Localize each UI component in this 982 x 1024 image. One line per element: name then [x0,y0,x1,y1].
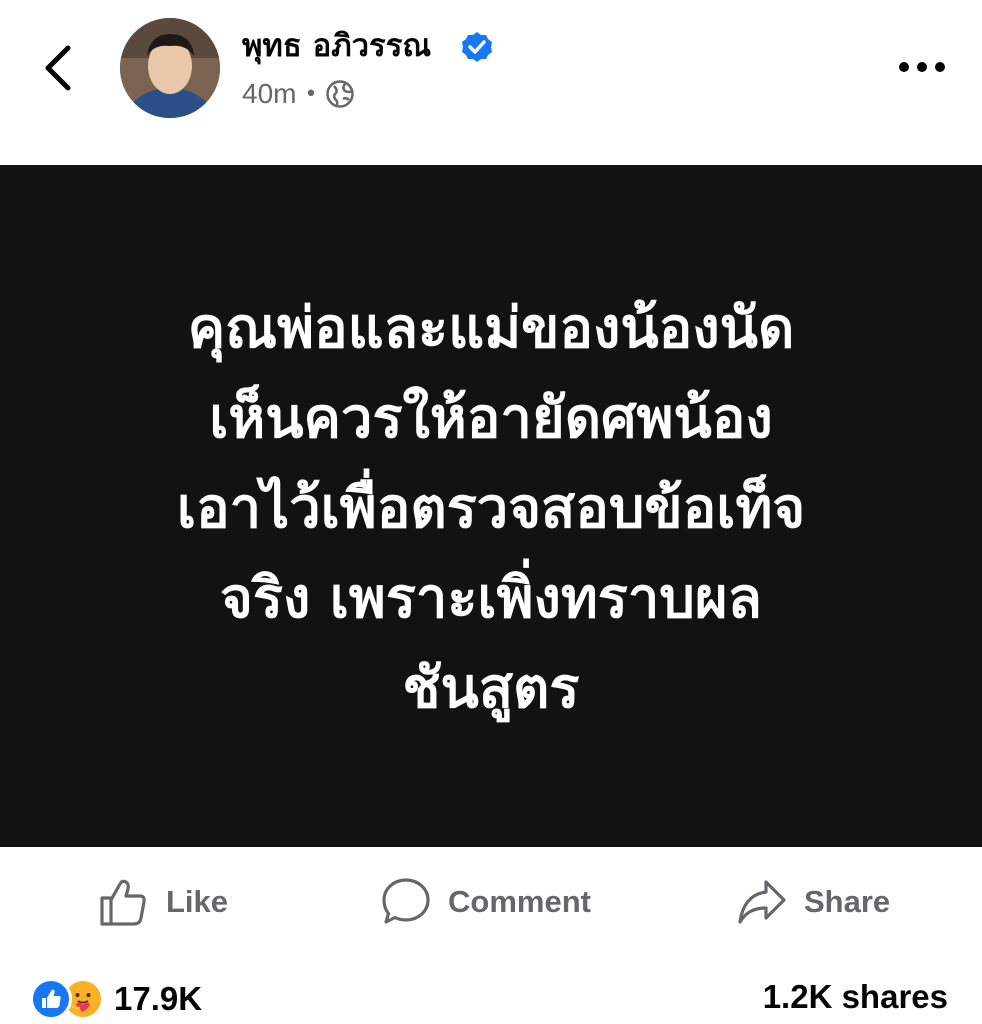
meta-separator: • [304,81,318,107]
author-name[interactable]: พุทธ อภิวรรณ [242,26,431,66]
avatar[interactable] [120,18,220,118]
comment-bubble-icon [382,878,430,924]
chevron-left-icon [45,45,71,91]
globe-icon [326,80,355,108]
post-image[interactable]: คุณพ่อและแม่ของน้องนัด เห็นควรให้อายัดศพ… [0,165,982,847]
verified-badge-icon [462,32,492,62]
post-text-line: จริง เพราะเพิ่งทราบผล [220,566,762,631]
share-count[interactable]: 1.2K shares [763,978,948,1016]
reactions-summary[interactable]: 17.9K [30,978,202,1020]
avatar-image [120,18,220,118]
post-meta: 40m • [242,76,355,112]
share-arrow-icon [738,880,786,924]
share-label: Share [804,884,891,919]
share-button[interactable]: Share [736,872,890,932]
post-image-text: คุณพ่อและแม่ของน้องนัด เห็นควรให้อายัดศพ… [61,284,921,734]
post-time: 40m [242,78,297,109]
like-button[interactable]: Like [98,872,228,932]
post-header: พุทธ อภิวรรณ 40m • [0,0,982,165]
like-label: Like [166,884,229,919]
post-stats: 17.9K 1.2K shares [0,970,982,1024]
post-text-line: คุณพ่อและแม่ของน้องนัด [187,296,795,361]
comment-button[interactable]: Comment [380,872,591,932]
post-text-line: ชันสูตร [402,656,580,721]
more-horizontal-icon [899,62,945,72]
post-text-line: เอาไว้เพื่อตรวจสอบข้อเท็จ [176,476,806,541]
thumbs-up-icon [100,879,146,926]
back-button[interactable] [38,40,82,96]
more-options-button[interactable] [892,52,952,82]
comment-label: Comment [448,884,591,919]
post-text-line: เห็นควรให้อายัดศพน้อง [209,386,773,451]
like-reaction-icon [30,978,72,1020]
post-actions-bar: Like Comment Share [0,860,982,940]
reaction-count: 17.9K [114,980,203,1017]
